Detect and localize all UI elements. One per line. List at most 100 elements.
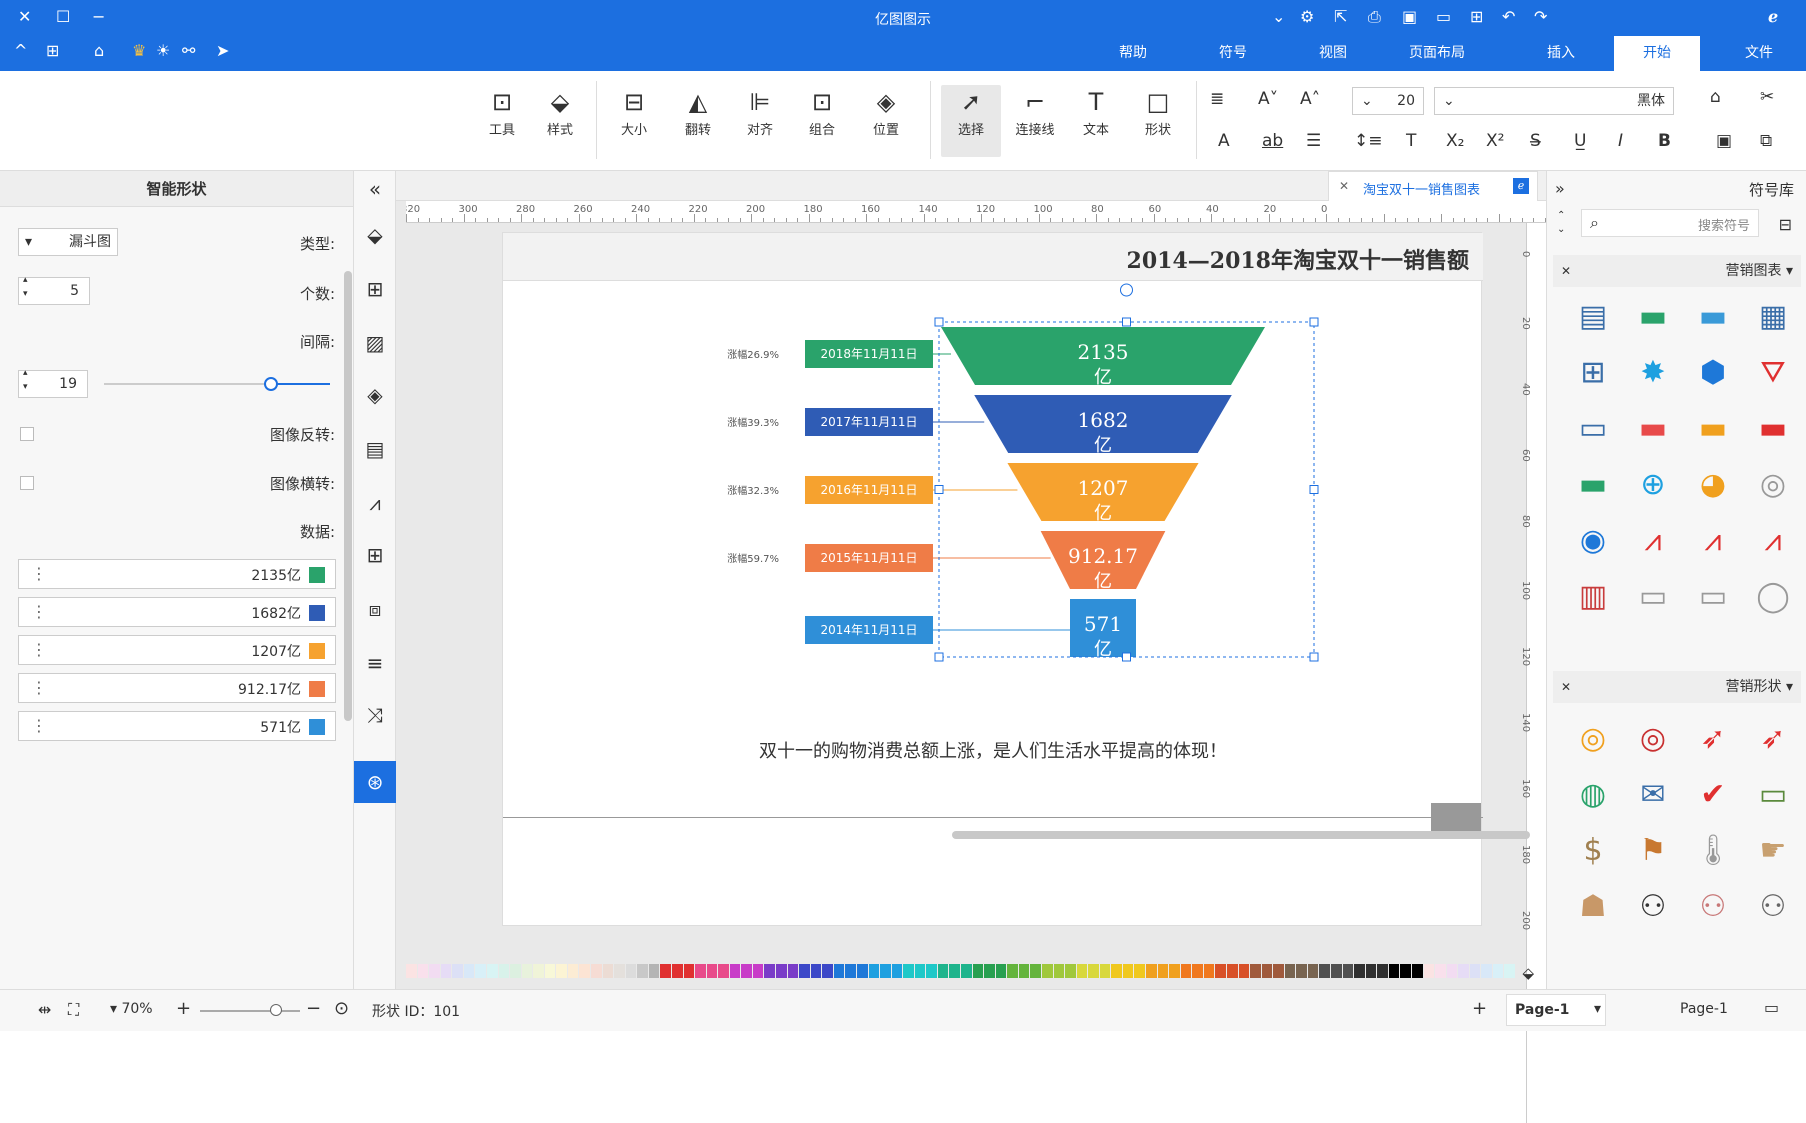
- font-size-select[interactable]: ⌄ 20: [1352, 87, 1424, 115]
- data-row[interactable]: ⋮ 1207亿: [18, 635, 336, 665]
- stepper-arrows-icon[interactable]: ▴ ▾: [23, 366, 28, 394]
- text-height-icon[interactable]: ↕≡: [1354, 131, 1383, 151]
- chart-icon[interactable]: ⩘: [363, 491, 387, 515]
- superscript-icon[interactable]: X²: [1486, 131, 1504, 151]
- symbol-item[interactable]: ⚇: [1627, 881, 1679, 933]
- paste-icon[interactable]: ▣: [1716, 131, 1732, 151]
- save-icon[interactable]: ▣: [1402, 8, 1417, 26]
- font-color-icon[interactable]: A: [1218, 131, 1230, 151]
- smart-shape-icon[interactable]: ⊛: [354, 761, 396, 803]
- page-tab[interactable]: Page-1: [1506, 994, 1606, 1026]
- funnel-value-label[interactable]: 912.17: [1068, 544, 1138, 568]
- type-select[interactable]: ▾ 漏斗图: [18, 228, 118, 256]
- symbol-item[interactable]: ✉: [1627, 769, 1679, 821]
- category-label[interactable]: 2015年11月11日: [820, 551, 917, 565]
- gantt-icon[interactable]: ≡: [363, 651, 387, 675]
- flip-horizontal-checkbox[interactable]: [20, 476, 34, 490]
- symbol-item[interactable]: ▭: [1747, 769, 1799, 821]
- data-row[interactable]: ⋮ 2135亿: [18, 559, 336, 589]
- symbol-item[interactable]: ✸: [1627, 347, 1679, 399]
- fill-bucket-icon[interactable]: ⬙: [1522, 964, 1534, 982]
- symbol-item[interactable]: ◎: [1627, 713, 1679, 765]
- tab-insert[interactable]: 插入: [1518, 36, 1604, 71]
- vertical-scrollbar[interactable]: [344, 271, 352, 721]
- close-section-icon[interactable]: ✕: [1561, 255, 1571, 287]
- symbol-item[interactable]: ▬: [1627, 291, 1679, 343]
- export-icon[interactable]: ⇱: [1334, 8, 1347, 26]
- document-tab[interactable]: ✕ 淘宝双十一销售图表 ℯ: [1328, 171, 1538, 201]
- cut-icon[interactable]: ✂: [1760, 87, 1774, 107]
- growth-note[interactable]: 涨幅59.7%: [727, 552, 779, 565]
- italic-icon[interactable]: I: [1618, 131, 1623, 151]
- list-icon[interactable]: ☰: [1306, 131, 1321, 151]
- count-stepper[interactable]: ▴ ▾ 5: [18, 275, 90, 305]
- symbol-item[interactable]: ◯: [1747, 571, 1799, 623]
- resize-handle[interactable]: [934, 317, 944, 327]
- tab-file[interactable]: 文件: [1716, 36, 1802, 71]
- shuffle-icon[interactable]: ⤨: [363, 703, 387, 727]
- symbol-item[interactable]: ✔: [1687, 769, 1739, 821]
- text-button[interactable]: T 文本: [1066, 85, 1126, 157]
- symbol-item[interactable]: ⊞: [1567, 347, 1619, 399]
- data-row[interactable]: ⋮ 912.17亿: [18, 673, 336, 703]
- symbol-item[interactable]: ▭: [1627, 571, 1679, 623]
- color-swatch[interactable]: [309, 567, 325, 583]
- add-page-icon[interactable]: +: [1472, 998, 1487, 1019]
- diagram-title[interactable]: 2014—2018年淘宝双十一销售额: [1127, 243, 1469, 275]
- layout-icon[interactable]: ⧈: [363, 597, 387, 621]
- section-marketing-shapes[interactable]: ✕ 营销形状 ▾: [1553, 671, 1801, 703]
- symbol-item[interactable]: ▭: [1687, 571, 1739, 623]
- resize-handle[interactable]: [934, 485, 944, 494]
- funnel-unit-label[interactable]: 亿: [1094, 367, 1112, 388]
- symbol-item[interactable]: ▬: [1687, 403, 1739, 455]
- shirt-icon[interactable]: ⌂: [94, 42, 104, 60]
- spacing-stepper[interactable]: ▴ ▾ 19: [18, 368, 88, 398]
- resize-handle[interactable]: [1309, 317, 1319, 327]
- resize-handle[interactable]: [1309, 652, 1319, 662]
- symbol-item[interactable]: ▬: [1627, 403, 1679, 455]
- page-name[interactable]: Page-1: [1680, 1001, 1728, 1017]
- zoom-out-icon[interactable]: −: [306, 998, 321, 1019]
- resize-handle[interactable]: [1122, 317, 1131, 327]
- zoom-in-icon[interactable]: +: [176, 998, 191, 1019]
- print-icon[interactable]: ⎙: [1368, 8, 1381, 26]
- stepper-arrows-icon[interactable]: ▴ ▾: [23, 273, 28, 301]
- zoom-value[interactable]: ▾ 70%: [110, 1001, 153, 1017]
- open-icon[interactable]: ▭: [1436, 8, 1451, 26]
- tab-symbols[interactable]: 符号: [1190, 36, 1276, 71]
- data-row[interactable]: ⋮ 571亿: [18, 711, 336, 741]
- undo-icon[interactable]: ↶: [1502, 8, 1515, 26]
- highlight-icon[interactable]: ab: [1262, 131, 1283, 151]
- category-label[interactable]: 2017年11月11日: [820, 415, 917, 429]
- color-swatch[interactable]: [309, 681, 325, 697]
- bold-icon[interactable]: B: [1658, 131, 1671, 151]
- section-marketing-charts[interactable]: ✕ 营销图表 ▾: [1553, 255, 1801, 287]
- symbol-item[interactable]: ⚇: [1747, 881, 1799, 933]
- symbol-item[interactable]: ⚑: [1627, 825, 1679, 877]
- font-name-select[interactable]: ⌄ 黑体: [1434, 87, 1674, 115]
- subscript-icon[interactable]: X₂: [1446, 131, 1464, 151]
- layers-icon[interactable]: ◈: [363, 383, 387, 407]
- symbol-item[interactable]: ▬: [1747, 403, 1799, 455]
- new-icon[interactable]: ⊞: [1470, 8, 1483, 26]
- symbol-item[interactable]: ▤: [1567, 291, 1619, 343]
- symbol-item[interactable]: ⬢: [1687, 347, 1739, 399]
- symbol-item[interactable]: ☗: [1567, 881, 1619, 933]
- funnel-chart[interactable]: 2135亿2018年11月11日涨幅26.9%1682亿2017年11月11日涨…: [503, 281, 1483, 761]
- more-icon[interactable]: ⋮: [31, 602, 47, 621]
- spacing-slider-track[interactable]: [104, 377, 330, 391]
- color-swatch[interactable]: [309, 605, 325, 621]
- page-icon[interactable]: ▤: [363, 437, 387, 461]
- symbol-item[interactable]: ➶: [1747, 713, 1799, 765]
- data-row[interactable]: ⋮ 1682亿: [18, 597, 336, 627]
- drawing-page[interactable]: 2014—2018年淘宝双十一销售额 2135 亿 2018年11月11日 涨幅26.…: [502, 232, 1483, 926]
- tab-home[interactable]: 开始: [1614, 36, 1700, 71]
- funnel-unit-label[interactable]: 亿: [1094, 435, 1112, 456]
- collapse-ribbon-icon[interactable]: ^: [14, 42, 27, 60]
- more-icon[interactable]: ⋮: [31, 716, 47, 735]
- group-button[interactable]: ⊡ 组合: [792, 85, 852, 157]
- horizontal-scrollbar[interactable]: [952, 831, 1530, 839]
- align-button[interactable]: ⊫ 对齐: [730, 85, 790, 157]
- sun-icon[interactable]: ☀: [156, 42, 170, 60]
- collapse-panel-icon[interactable]: «: [363, 177, 387, 201]
